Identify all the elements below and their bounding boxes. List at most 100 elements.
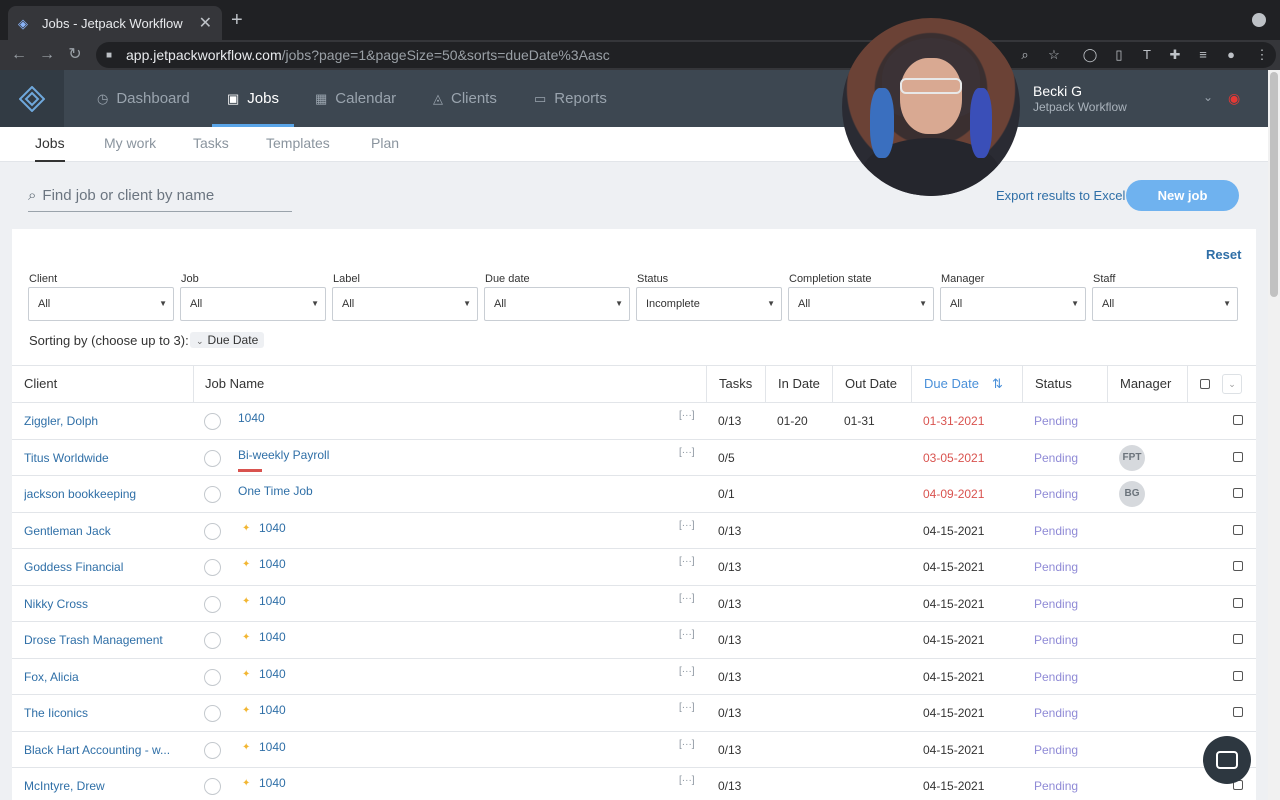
filter-due-date-select[interactable]: All ▼ <box>484 287 630 321</box>
complete-toggle[interactable] <box>204 522 221 540</box>
job-name-link[interactable]: 1040 <box>259 557 286 571</box>
job-name-link[interactable]: One Time Job <box>238 484 313 498</box>
close-tab-icon[interactable]: ✕ <box>199 13 212 33</box>
complete-toggle[interactable] <box>204 778 221 795</box>
text-extension-icon[interactable]: T <box>1138 46 1156 64</box>
notes-icon[interactable]: [···] <box>679 629 695 640</box>
row-checkbox[interactable] <box>1233 488 1243 498</box>
forward-icon[interactable]: → <box>36 44 58 66</box>
subnav-my-work[interactable]: My work <box>104 127 156 162</box>
row-checkbox[interactable] <box>1233 524 1243 535</box>
table-row[interactable]: Black Hart Accounting - w... ✦ 1040 [···] 0/… <box>12 732 1256 768</box>
sort-chip[interactable]: ⌄ Due Date <box>190 332 265 348</box>
search-box[interactable]: ⌕ <box>28 180 292 212</box>
subnav-plan[interactable]: Plan <box>371 127 399 162</box>
client-link[interactable]: Black Hart Accounting - w... <box>24 743 180 757</box>
client-link[interactable]: jackson bookkeeping <box>24 487 180 501</box>
table-row[interactable]: The Iiconics ✦ 1040 [···] 0/13 04-15-2021 Pend… <box>12 695 1256 732</box>
select-all-checkbox[interactable] <box>1200 379 1210 389</box>
filter-job-select[interactable]: All ▼ <box>180 287 326 321</box>
col-in-date[interactable]: In Date <box>778 365 820 403</box>
col-job-name[interactable]: Job Name <box>205 365 264 403</box>
new-job-button[interactable]: New job <box>1126 180 1239 211</box>
filter-status-select[interactable]: Incomplete ▼ <box>636 287 782 321</box>
row-checkbox[interactable] <box>1233 451 1243 462</box>
job-name-link[interactable]: 1040 <box>259 521 286 535</box>
table-row[interactable]: Drose Trash Management ✦ 1040 [···] 0/13 04-1… <box>12 622 1256 659</box>
col-tasks[interactable]: Tasks <box>719 365 752 403</box>
chat-launcher-button[interactable] <box>1203 736 1251 784</box>
job-name-link[interactable]: 1040 <box>259 740 286 754</box>
nav-dashboard[interactable]: ◷ Dashboard <box>97 70 190 127</box>
filter-staff-select[interactable]: All ▼ <box>1092 287 1238 321</box>
notes-icon[interactable]: [···] <box>679 666 695 677</box>
notes-icon[interactable]: [···] <box>679 520 695 531</box>
reset-filters-link[interactable]: Reset <box>1206 247 1241 262</box>
job-name-link[interactable]: 1040 <box>259 630 286 644</box>
bookmark-star-icon[interactable]: ☆ <box>1045 46 1063 64</box>
subnav-jobs[interactable]: Jobs <box>35 127 65 162</box>
table-row[interactable]: Goddess Financial ✦ 1040 [···] 0/13 04-15-202… <box>12 549 1256 586</box>
client-link[interactable]: Ziggler, Dolph <box>24 414 180 428</box>
notes-icon[interactable]: [···] <box>679 593 695 604</box>
col-due-date[interactable]: Due Date <box>924 365 979 403</box>
row-checkbox[interactable] <box>1233 561 1243 571</box>
zoom-icon[interactable]: ⌕ <box>1016 46 1034 64</box>
row-checkbox[interactable] <box>1233 415 1243 425</box>
scrollbar-thumb[interactable] <box>1270 72 1278 297</box>
eye-icon[interactable]: ◉ <box>1228 90 1240 107</box>
extension-doc-icon[interactable]: ▯ <box>1110 46 1128 64</box>
complete-toggle[interactable] <box>204 741 221 759</box>
notes-icon[interactable]: [···] <box>679 775 695 786</box>
client-link[interactable]: Nikky Cross <box>24 597 180 611</box>
nav-reports[interactable]: ▭ Reports <box>534 70 607 127</box>
browser-menu-icon[interactable]: ⋮ <box>1253 46 1271 64</box>
complete-toggle[interactable] <box>204 632 221 649</box>
nav-jobs[interactable]: ▣ Jobs <box>227 70 279 127</box>
filter-label-select[interactable]: All ▼ <box>332 287 478 321</box>
client-link[interactable]: Fox, Alicia <box>24 670 180 684</box>
notes-icon[interactable]: [···] <box>679 410 695 421</box>
col-manager[interactable]: Manager <box>1120 365 1171 403</box>
export-excel-link[interactable]: Export results to Excel <box>996 188 1125 203</box>
col-client[interactable]: Client <box>24 365 57 403</box>
browser-tab[interactable]: ◈ Jobs - Jetpack Workflow ✕ <box>8 6 222 40</box>
filter-manager-select[interactable]: All ▼ <box>940 287 1086 321</box>
notes-icon[interactable]: [···] <box>679 739 695 750</box>
complete-toggle[interactable] <box>204 595 221 613</box>
client-link[interactable]: Goddess Financial <box>24 560 180 574</box>
table-row[interactable]: Fox, Alicia ✦ 1040 [···] 0/13 04-15-2021 Pendi… <box>12 659 1256 695</box>
tab-search-icon[interactable] <box>1252 13 1266 27</box>
client-link[interactable]: Titus Worldwide <box>24 451 180 465</box>
extension-icon[interactable]: ◯ <box>1081 46 1099 64</box>
client-link[interactable]: Drose Trash Management <box>24 633 180 647</box>
reload-icon[interactable]: ↻ <box>64 44 86 66</box>
complete-toggle[interactable] <box>204 559 221 576</box>
client-link[interactable]: McIntyre, Drew <box>24 779 180 793</box>
complete-toggle[interactable] <box>204 486 221 503</box>
new-tab-icon[interactable]: + <box>231 10 243 30</box>
notes-icon[interactable]: [···] <box>679 447 695 458</box>
job-name-link[interactable]: 1040 <box>259 776 286 790</box>
table-row[interactable]: McIntyre, Drew ✦ 1040 [···] 0/13 04-15-2021 Pe… <box>12 768 1256 800</box>
table-row[interactable]: Titus Worldwide Bi-weekly Payroll [···] 0/5… <box>12 440 1256 476</box>
table-row[interactable]: Gentleman Jack ✦ 1040 [···] 0/13 04-15-2021 Pe… <box>12 513 1256 549</box>
job-name-link[interactable]: 1040 <box>259 667 286 681</box>
table-row[interactable]: Ziggler, Dolph 1040 [···] 0/13 01-20 01-31 01-… <box>12 403 1256 440</box>
profile-avatar-icon[interactable]: ● <box>1222 46 1240 64</box>
job-name-link[interactable]: 1040 <box>238 411 265 425</box>
filter-client-select[interactable]: All ▼ <box>28 287 174 321</box>
bulk-actions-dropdown[interactable]: ⌄ <box>1222 374 1242 394</box>
row-checkbox[interactable] <box>1233 707 1243 717</box>
complete-toggle[interactable] <box>204 413 221 430</box>
search-input[interactable] <box>42 187 273 204</box>
filter-completion-select[interactable]: All ▼ <box>788 287 934 321</box>
row-checkbox[interactable] <box>1233 597 1243 608</box>
job-name-link[interactable]: 1040 <box>259 703 286 717</box>
table-row[interactable]: jackson bookkeeping One Time Job 0/1 04-09-… <box>12 476 1256 513</box>
complete-toggle[interactable] <box>204 668 221 686</box>
col-out-date[interactable]: Out Date <box>845 365 897 403</box>
job-name-link[interactable]: Bi-weekly Payroll <box>238 448 329 462</box>
row-checkbox[interactable] <box>1233 634 1243 644</box>
client-link[interactable]: Gentleman Jack <box>24 524 180 538</box>
